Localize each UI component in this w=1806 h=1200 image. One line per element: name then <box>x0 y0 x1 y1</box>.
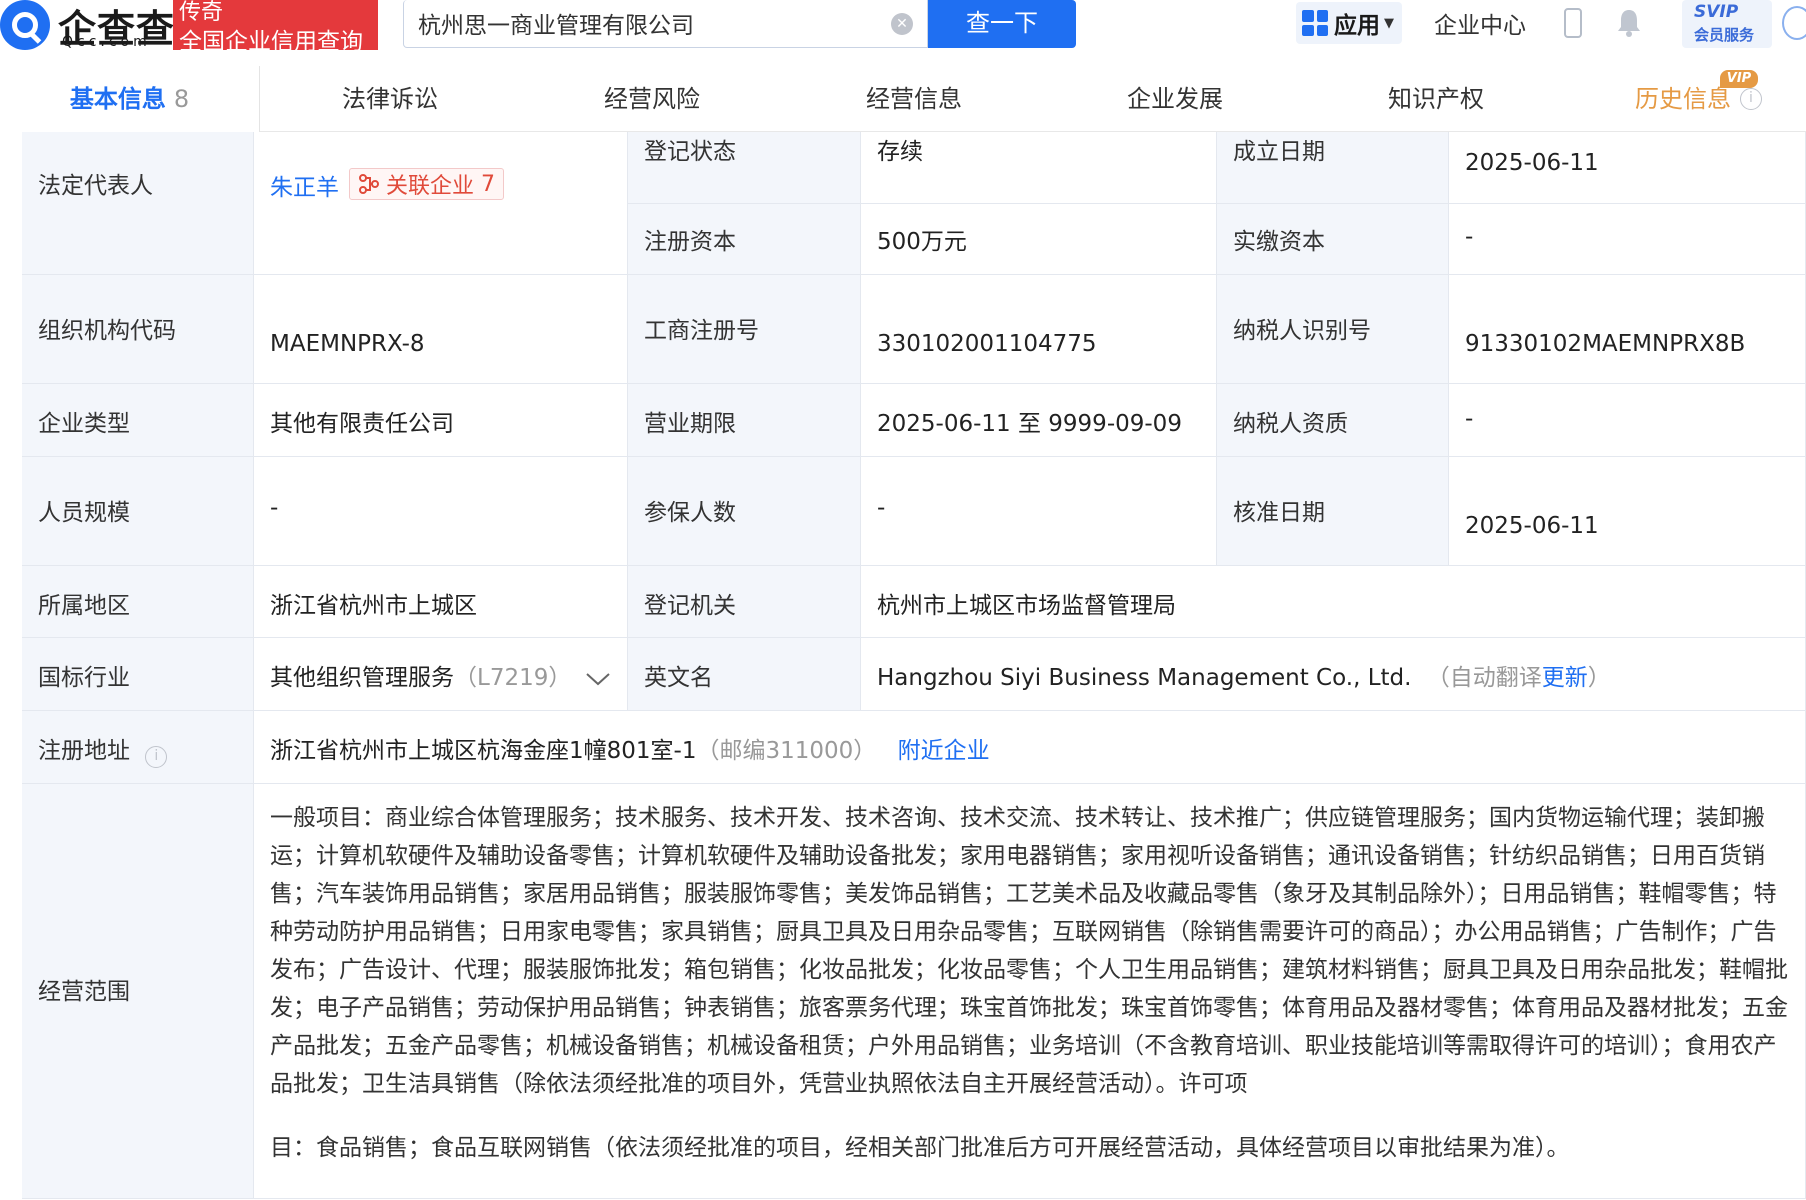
related-count: 7 <box>481 171 496 197</box>
update-translation-link[interactable]: 更新 <box>1542 665 1588 691</box>
tab-basic-info[interactable]: 基本信息 8 <box>0 66 260 132</box>
industry-cell[interactable]: 其他组织管理服务（L7219） <box>254 638 628 711</box>
approve-date-label: 核准日期 <box>1217 457 1449 566</box>
scope-text-continued: 目：食品销售；食品互联网销售（依法须经批准的项目，经相关部门批准后方可开展经营活… <box>270 1135 1570 1161</box>
legal-rep-name-link[interactable]: 朱正羊 <box>270 168 339 202</box>
tab-legal[interactable]: 法律诉讼 <box>330 66 450 132</box>
chevron-down-icon: ▼ <box>1384 15 1394 31</box>
region-label: 所属地区 <box>22 566 254 638</box>
vip-badge: VIP <box>1720 70 1758 88</box>
tab-development[interactable]: 企业发展 <box>1115 66 1235 132</box>
tab-basic-count: 8 <box>173 85 190 113</box>
history-info-icon[interactable]: i <box>1740 88 1762 110</box>
network-icon <box>359 174 379 194</box>
search-input[interactable] <box>418 4 868 42</box>
company-type-value: 其他有限责任公司 <box>254 384 628 457</box>
found-date-value: 2025-06-11 <box>1449 132 1806 204</box>
apps-grid-icon <box>1302 10 1328 36</box>
company-type-label: 企业类型 <box>22 384 254 457</box>
reg-capital-value: 500万元 <box>861 204 1217 275</box>
apps-menu-button[interactable]: 应用 ▼ <box>1296 2 1402 44</box>
approve-date-value: 2025-06-11 <box>1449 457 1806 566</box>
tab-ip[interactable]: 知识产权 <box>1376 66 1496 132</box>
svip-sub-label: 会员服务 <box>1694 26 1755 44</box>
org-code-label: 组织机构代码 <box>22 275 254 384</box>
tab-basic-label: 基本信息 <box>69 85 166 113</box>
taxpayer-id-label: 纳税人识别号 <box>1217 275 1449 384</box>
english-name-value: Hangzhou Siyi Business Management Co., L… <box>877 665 1412 691</box>
postcode: （邮编311000） <box>696 738 877 764</box>
taxpayer-qual-label: 纳税人资质 <box>1217 384 1449 457</box>
insured-label: 参保人数 <box>628 457 861 566</box>
english-name-label: 英文名 <box>628 638 861 711</box>
chevron-down-icon[interactable] <box>585 670 611 688</box>
tab-operation[interactable]: 经营信息 <box>854 66 974 132</box>
biz-reg-no-label: 工商注册号 <box>628 275 861 384</box>
slogan-line2: 全国企业信用查询 <box>179 29 363 55</box>
taxpayer-qual-value: - <box>1449 384 1806 457</box>
address-cell: 浙江省杭州市上城区杭海金座1幢801室-1（邮编311000） 附近企业 <box>254 711 1806 784</box>
tab-bar: 基本信息 8 法律诉讼 经营风险 经营信息 企业发展 知识产权 历史信息 i <box>0 66 1806 132</box>
scope-text-block: 一般项目：商业综合体管理服务；技术服务、技术开发、技术咨询、技术交流、技术转让、… <box>270 799 1788 1167</box>
paid-capital-label: 实缴资本 <box>1217 204 1449 275</box>
industry-code: （L7219） <box>454 665 572 691</box>
search-box: ✕ <box>403 0 928 48</box>
address-label: 注册地址 <box>38 738 130 764</box>
enterprise-center-link[interactable]: 企业中心 <box>1434 6 1526 40</box>
biz-term-label: 营业期限 <box>628 384 861 457</box>
region-value: 浙江省杭州市上城区 <box>254 566 628 638</box>
staff-size-label: 人员规模 <box>22 457 254 566</box>
org-code-value: MAEMNPRX-8 <box>254 275 628 384</box>
paid-capital-value: - <box>1449 204 1806 275</box>
reg-status-label: 登记状态 <box>628 132 861 204</box>
scope-label: 经营范围 <box>22 784 254 1199</box>
legal-rep-cell: 朱正羊 关联企业 7 <box>254 132 628 275</box>
top-bar: 企查查 Qcc.com 传奇 全国企业信用查询 ✕ 查一下 应用 ▼ 企业中心 … <box>0 0 1806 66</box>
biz-term-value: 2025-06-11 至 9999-09-09 <box>861 384 1217 457</box>
found-date-label: 成立日期 <box>1217 132 1449 204</box>
qcc-logo-icon[interactable] <box>0 0 50 50</box>
related-label: 关联企业 <box>386 174 475 199</box>
legal-rep-label: 法定代表人 <box>22 132 254 275</box>
insured-value: - <box>861 457 1217 566</box>
user-avatar-icon[interactable] <box>1782 6 1806 40</box>
search-button[interactable]: 查一下 <box>928 0 1076 48</box>
close-paren: ） <box>1587 665 1611 691</box>
address-label-cell: 注册地址 i <box>22 711 254 784</box>
mobile-icon[interactable] <box>1564 8 1582 38</box>
apps-label: 应用 <box>1334 13 1380 39</box>
nearby-companies-link[interactable]: 附近企业 <box>898 738 990 764</box>
clear-icon[interactable]: ✕ <box>891 13 913 35</box>
reg-authority-label: 登记机关 <box>628 566 861 638</box>
english-name-cell: Hangzhou Siyi Business Management Co., L… <box>861 638 1806 711</box>
related-companies-button[interactable]: 关联企业 7 <box>349 168 505 200</box>
slogan-badge: 传奇 全国企业信用查询 <box>173 0 378 55</box>
svip-button[interactable]: SVIP 会员服务 <box>1682 0 1772 48</box>
industry-value: 其他组织管理服务 <box>270 665 454 691</box>
address-info-icon[interactable]: i <box>145 746 168 768</box>
taxpayer-id-value: 91330102MAEMNPRX8B <box>1449 275 1806 384</box>
auto-translate-note: （自动翻译 <box>1426 665 1542 691</box>
biz-reg-no-value: 330102001104775 <box>861 275 1217 384</box>
scope-text: 一般项目：商业综合体管理服务；技术服务、技术开发、技术咨询、技术交流、技术转让、… <box>270 805 1788 1097</box>
reg-status-value: 存续 <box>861 132 1217 204</box>
address-value: 浙江省杭州市上城区杭海金座1幢801室-1 <box>270 738 697 764</box>
staff-size-value: - <box>254 457 628 566</box>
svip-label: SVIP <box>1694 2 1739 22</box>
logo-domain: Qcc.com <box>62 34 151 50</box>
tab-risk[interactable]: 经营风险 <box>592 66 712 132</box>
bell-icon[interactable] <box>1616 8 1642 38</box>
reg-capital-label: 注册资本 <box>628 204 861 275</box>
reg-authority-value: 杭州市上城区市场监督管理局 <box>861 566 1806 638</box>
industry-label: 国标行业 <box>22 638 254 711</box>
